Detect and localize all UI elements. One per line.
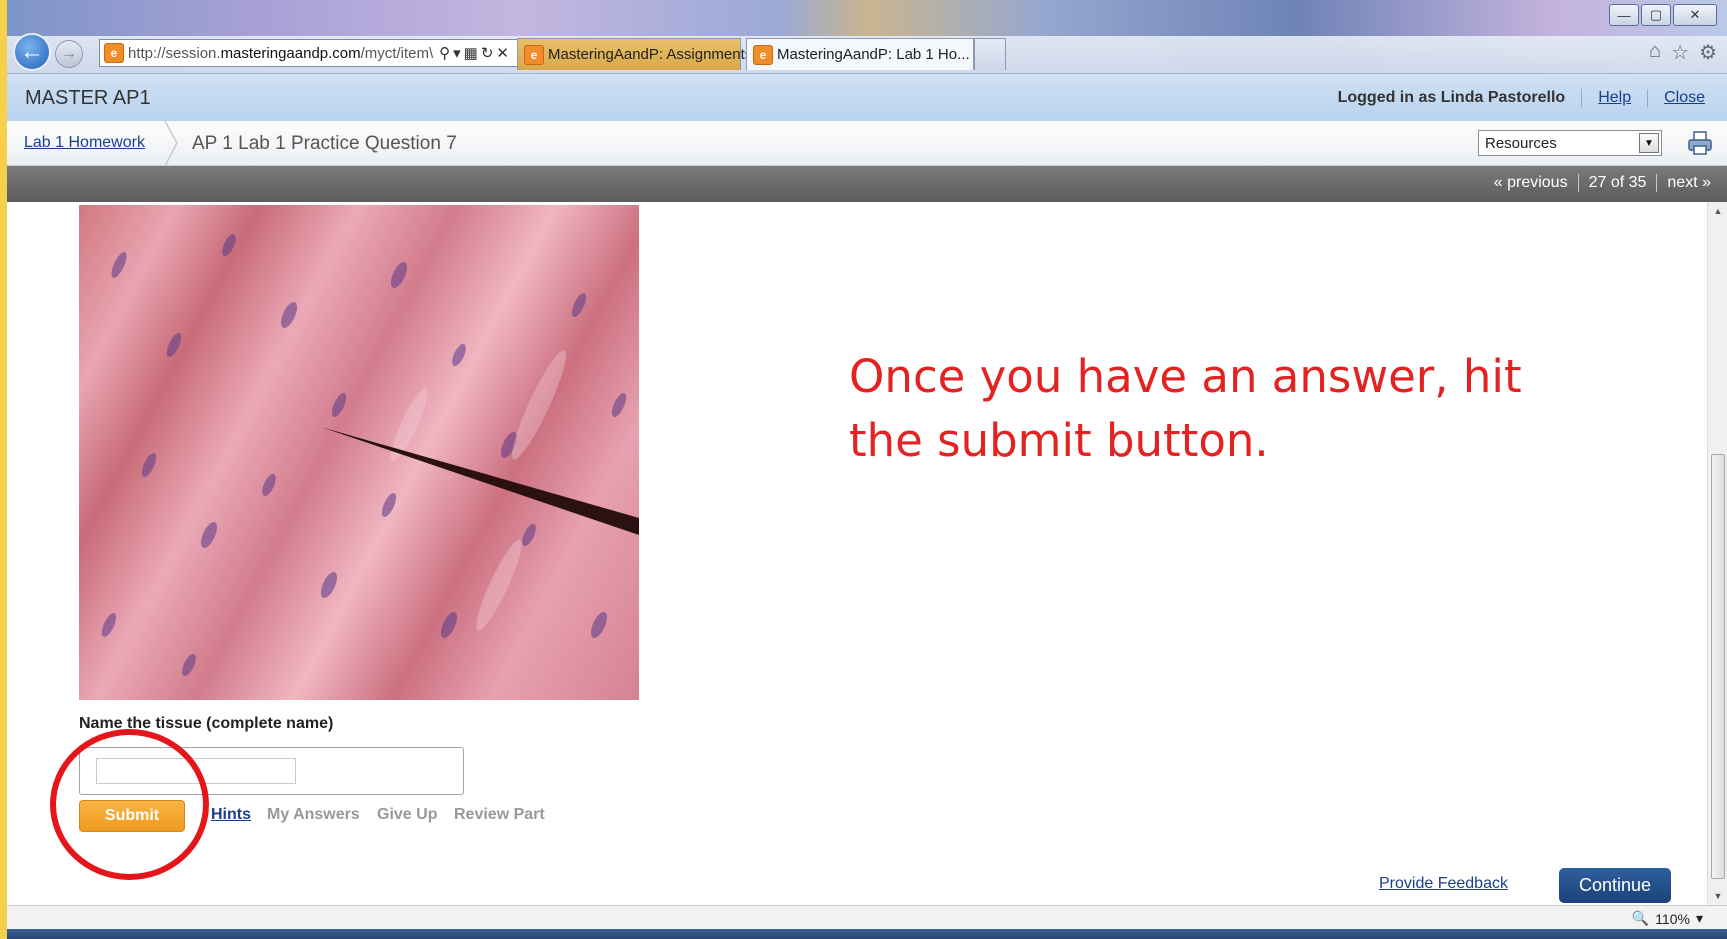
micrograph-detail [101, 233, 639, 677]
app-title: MASTER AP1 [25, 87, 151, 109]
page-position: 27 of 35 [1588, 174, 1647, 191]
tab-assignments[interactable]: e MasteringAandP: Assignments [517, 38, 752, 70]
resources-selected-value: Resources [1485, 134, 1557, 152]
chevron-down-icon[interactable]: ▼ [1639, 133, 1659, 153]
tab-label: MasteringAandP: Lab 1 Ho... [777, 46, 970, 63]
minimize-icon[interactable]: — [1609, 4, 1639, 26]
app-header: MASTER AP1 Logged in as Linda Pastorello… [7, 73, 1727, 121]
window-controls: — ▢ ✕ [1609, 4, 1717, 26]
address-host: masteringaandp.com [220, 44, 361, 62]
browser-tools: ⌂ ☆ ⚙ [1649, 40, 1717, 65]
breadcrumb: Lab 1 Homework AP 1 Lab 1 Practice Quest… [7, 121, 1727, 166]
help-link[interactable]: Help [1598, 89, 1631, 107]
pager: « previous 27 of 35 next » [1494, 174, 1711, 192]
address-path: /myct/item\ [360, 44, 434, 62]
settings-gear-icon[interactable]: ⚙ [1699, 40, 1717, 65]
tissue-micrograph-image [79, 205, 639, 700]
zoom-control[interactable]: 🔍 110% ▾ [1632, 910, 1703, 927]
tab-favicon-icon: e [753, 44, 773, 65]
provide-feedback-link[interactable]: Provide Feedback [1379, 875, 1508, 893]
breadcrumb-parent-link[interactable]: Lab 1 Homework [24, 134, 145, 152]
browser-title-bar: — ▢ ✕ ← → e http://session. masteringaand… [7, 0, 1727, 73]
tab-label: MasteringAandP: Assignments [548, 46, 753, 63]
breadcrumb-chevron-icon [164, 121, 178, 166]
zoom-magnifier-icon: 🔍 [1631, 910, 1650, 926]
question-content: Once you have an answer, hit the submit … [7, 202, 1707, 905]
hints-link[interactable]: Hints [211, 806, 251, 824]
windows-taskbar [7, 929, 1727, 939]
home-icon[interactable]: ⌂ [1649, 40, 1661, 65]
logged-in-label: Logged in as Linda Pastorello [1337, 89, 1566, 106]
zoom-level: 110% [1655, 910, 1690, 927]
site-favicon-icon: e [104, 43, 124, 63]
new-tab-button[interactable] [974, 38, 1006, 70]
tab-lab1-homework[interactable]: e MasteringAandP: Lab 1 Ho... ✕ [746, 38, 991, 70]
divider [1577, 174, 1579, 192]
highlight-circle [50, 729, 209, 880]
close-window-icon[interactable]: ✕ [1673, 4, 1717, 26]
maximize-icon[interactable]: ▢ [1641, 4, 1671, 26]
close-link[interactable]: Close [1664, 89, 1705, 107]
instruction-annotation: Once you have an answer, hit the submit … [849, 350, 1522, 467]
header-user-area: Logged in as Linda Pastorello Help Close [1338, 89, 1705, 107]
scroll-down-icon[interactable]: ▼ [1708, 887, 1727, 905]
breadcrumb-current: AP 1 Lab 1 Practice Question 7 [192, 133, 457, 154]
browser-window: — ▢ ✕ ← → e http://session. masteringaand… [7, 0, 1727, 939]
divider [1647, 89, 1649, 107]
divider [1581, 89, 1583, 107]
vertical-scrollbar[interactable]: ▲ ▼ [1707, 202, 1727, 905]
forward-button[interactable]: → [55, 40, 83, 68]
address-search-refresh-stop-icons[interactable]: ⚲▾▦↻✕ [439, 44, 512, 62]
resources-select[interactable]: Resources ▼ [1478, 130, 1662, 156]
next-link[interactable]: next » [1667, 174, 1711, 192]
my-answers-link[interactable]: My Answers [267, 806, 360, 824]
pager-bar: « previous 27 of 35 next » [7, 166, 1727, 202]
tab-favicon-icon: e [524, 44, 544, 65]
divider [1656, 174, 1658, 192]
back-button[interactable]: ← [13, 33, 51, 71]
review-part-link[interactable]: Review Part [454, 806, 545, 824]
print-icon[interactable] [1687, 130, 1713, 156]
scroll-up-icon[interactable]: ▲ [1708, 202, 1727, 220]
chevron-down-icon[interactable]: ▾ [1696, 910, 1703, 927]
address-bar[interactable]: e http://session. masteringaandp.com/myct… [99, 39, 559, 67]
give-up-link[interactable]: Give Up [377, 806, 437, 824]
continue-button[interactable]: Continue [1559, 868, 1671, 903]
favorites-star-icon[interactable]: ☆ [1671, 40, 1689, 65]
previous-link[interactable]: « previous [1494, 174, 1568, 192]
status-bar: 🔍 110% ▾ [7, 905, 1727, 929]
address-prefix: http://session. [128, 44, 221, 62]
scroll-thumb[interactable] [1711, 454, 1725, 879]
